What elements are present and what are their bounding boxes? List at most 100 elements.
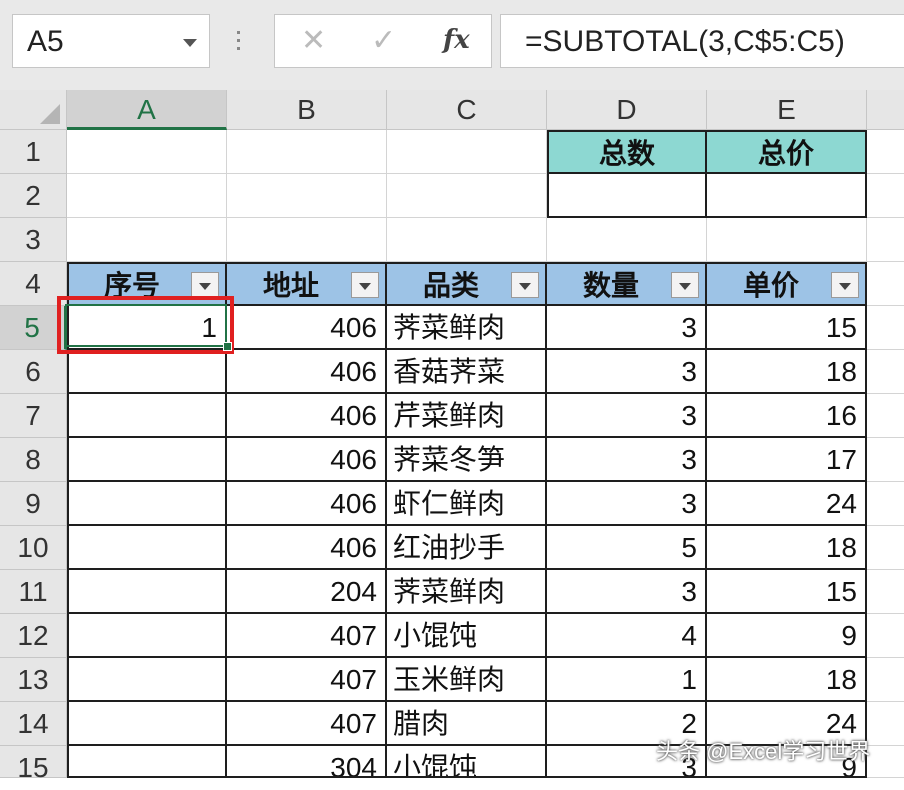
table-cell[interactable]: 芹菜鲜肉 <box>387 394 547 438</box>
filter-dropdown-icon[interactable] <box>351 272 379 298</box>
cell-b2[interactable] <box>227 174 387 218</box>
cell-f10[interactable] <box>867 526 904 570</box>
column-header-e[interactable]: E <box>707 90 867 130</box>
table-cell[interactable]: 17 <box>707 438 867 482</box>
cell-a3[interactable] <box>67 218 227 262</box>
table-cell[interactable]: 18 <box>707 526 867 570</box>
table-cell[interactable]: 3 <box>547 350 707 394</box>
cell-c1[interactable] <box>387 130 547 174</box>
fill-handle[interactable] <box>223 342 232 351</box>
table-cell[interactable]: 虾仁鲜肉 <box>387 482 547 526</box>
enter-icon[interactable]: ✓ <box>371 23 396 58</box>
filter-dropdown-icon[interactable] <box>671 272 699 298</box>
table-cell[interactable] <box>67 394 227 438</box>
table-cell[interactable]: 3 <box>547 482 707 526</box>
cell-f9[interactable] <box>867 482 904 526</box>
table-cell[interactable]: 407 <box>227 702 387 746</box>
row-header-8[interactable]: 8 <box>0 438 67 482</box>
table-cell[interactable]: 406 <box>227 394 387 438</box>
row-header-6[interactable]: 6 <box>0 350 67 394</box>
table-header-1[interactable]: 地址 <box>227 262 387 306</box>
table-cell[interactable] <box>67 746 227 778</box>
summary-total-count-value[interactable] <box>547 174 707 218</box>
filter-dropdown-icon[interactable] <box>511 272 539 298</box>
insert-function-icon[interactable]: fx <box>443 25 470 55</box>
cell-f5[interactable] <box>867 306 904 350</box>
table-cell[interactable] <box>67 702 227 746</box>
table-cell[interactable]: 406 <box>227 482 387 526</box>
cell-f6[interactable] <box>867 350 904 394</box>
cell-f1[interactable] <box>867 130 904 174</box>
table-cell[interactable]: 荠菜鲜肉 <box>387 306 547 350</box>
table-cell[interactable]: 5 <box>547 526 707 570</box>
table-cell[interactable]: 3 <box>547 570 707 614</box>
table-cell[interactable]: 1 <box>547 658 707 702</box>
cell-c2[interactable] <box>387 174 547 218</box>
row-header-12[interactable]: 12 <box>0 614 67 658</box>
table-cell[interactable]: 24 <box>707 482 867 526</box>
table-cell[interactable]: 304 <box>227 746 387 778</box>
table-header-3[interactable]: 数量 <box>547 262 707 306</box>
row-header-14[interactable]: 14 <box>0 702 67 746</box>
drag-handle-icon[interactable] <box>236 28 242 58</box>
table-cell[interactable]: 3 <box>547 438 707 482</box>
table-cell[interactable] <box>67 570 227 614</box>
filter-dropdown-icon[interactable] <box>831 272 859 298</box>
cell-f15[interactable] <box>867 746 904 778</box>
row-header-2[interactable]: 2 <box>0 174 67 218</box>
column-header-a[interactable]: A <box>67 90 227 130</box>
cell-f14[interactable] <box>867 702 904 746</box>
table-cell[interactable]: 腊肉 <box>387 702 547 746</box>
cell-e3[interactable] <box>707 218 867 262</box>
table-header-4[interactable]: 单价 <box>707 262 867 306</box>
cell-a1[interactable] <box>67 130 227 174</box>
table-cell[interactable]: 香菇荠菜 <box>387 350 547 394</box>
column-header-c[interactable]: C <box>387 90 547 130</box>
cell-d3[interactable] <box>547 218 707 262</box>
table-cell[interactable] <box>67 614 227 658</box>
row-header-13[interactable]: 13 <box>0 658 67 702</box>
row-header-4[interactable]: 4 <box>0 262 67 306</box>
table-header-2[interactable]: 品类 <box>387 262 547 306</box>
cell-c3[interactable] <box>387 218 547 262</box>
name-box[interactable]: A5 <box>12 14 210 68</box>
table-cell[interactable]: 406 <box>227 350 387 394</box>
table-header-0[interactable]: 序号 <box>67 262 227 306</box>
table-cell[interactable]: 406 <box>227 526 387 570</box>
cell-f4[interactable] <box>867 262 904 306</box>
formula-input[interactable]: =SUBTOTAL(3,C$5:C5) <box>500 14 904 68</box>
table-cell[interactable]: 荠菜鲜肉 <box>387 570 547 614</box>
table-cell[interactable] <box>67 350 227 394</box>
table-cell[interactable] <box>67 482 227 526</box>
summary-header-total-count[interactable]: 总数 <box>547 130 707 174</box>
table-cell[interactable]: 红油抄手 <box>387 526 547 570</box>
row-header-15[interactable]: 15 <box>0 746 67 783</box>
cell-f3[interactable] <box>867 218 904 262</box>
cell-a2[interactable] <box>67 174 227 218</box>
cell-f11[interactable] <box>867 570 904 614</box>
cell-b3[interactable] <box>227 218 387 262</box>
row-header-7[interactable]: 7 <box>0 394 67 438</box>
row-header-1[interactable]: 1 <box>0 130 67 174</box>
cell-f8[interactable] <box>867 438 904 482</box>
table-cell[interactable]: 9 <box>707 614 867 658</box>
table-cell[interactable]: 3 <box>547 306 707 350</box>
table-cell[interactable] <box>67 438 227 482</box>
table-cell[interactable] <box>67 658 227 702</box>
cell-f2[interactable] <box>867 174 904 218</box>
table-cell[interactable]: 406 <box>227 306 387 350</box>
column-header-d[interactable]: D <box>547 90 707 130</box>
table-cell[interactable]: 15 <box>707 570 867 614</box>
row-header-3[interactable]: 3 <box>0 218 67 262</box>
table-cell[interactable]: 18 <box>707 350 867 394</box>
cell-b1[interactable] <box>227 130 387 174</box>
table-cell[interactable]: 15 <box>707 306 867 350</box>
table-cell[interactable]: 16 <box>707 394 867 438</box>
table-cell[interactable]: 18 <box>707 658 867 702</box>
table-cell[interactable] <box>67 526 227 570</box>
table-cell[interactable]: 小馄饨 <box>387 614 547 658</box>
table-cell[interactable]: 荠菜冬笋 <box>387 438 547 482</box>
summary-total-price-value[interactable] <box>707 174 867 218</box>
filter-dropdown-icon[interactable] <box>191 272 219 298</box>
table-cell[interactable]: 406 <box>227 438 387 482</box>
